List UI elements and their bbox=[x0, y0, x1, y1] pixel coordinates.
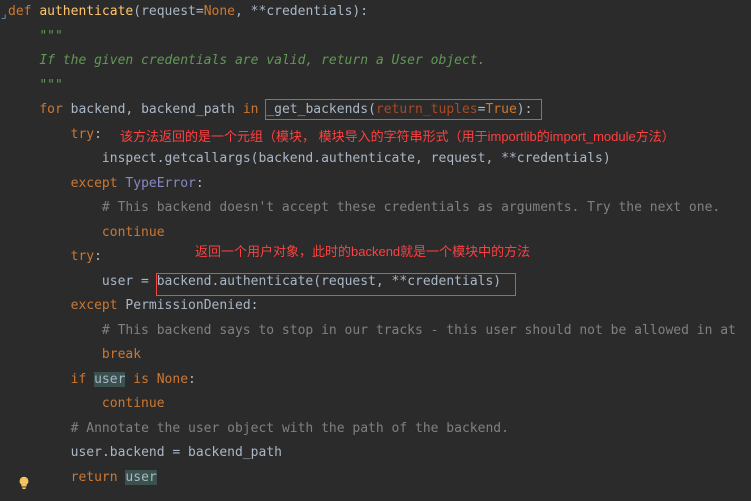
docstring-text: If the given credentials are valid, retu… bbox=[39, 53, 485, 68]
function-name: authenticate bbox=[39, 4, 133, 19]
comment: # Annotate the user object with the path… bbox=[71, 421, 509, 436]
docstring-close: """ bbox=[39, 78, 62, 93]
docstring-open: """ bbox=[39, 29, 62, 44]
comment: # This backend says to stop in our track… bbox=[102, 323, 736, 338]
annotation-1: 该方法返回的是一个元组（模块， 模块导入的字符串形式（用于importlib的i… bbox=[120, 128, 675, 146]
annotation-2: 返回一个用户对象，此时的backend就是一个模块中的方法 bbox=[195, 243, 530, 261]
intention-bulb-icon[interactable] bbox=[17, 475, 31, 489]
comment: # This backend doesn't accept these cred… bbox=[102, 200, 720, 215]
keyword-def: def bbox=[8, 4, 31, 19]
